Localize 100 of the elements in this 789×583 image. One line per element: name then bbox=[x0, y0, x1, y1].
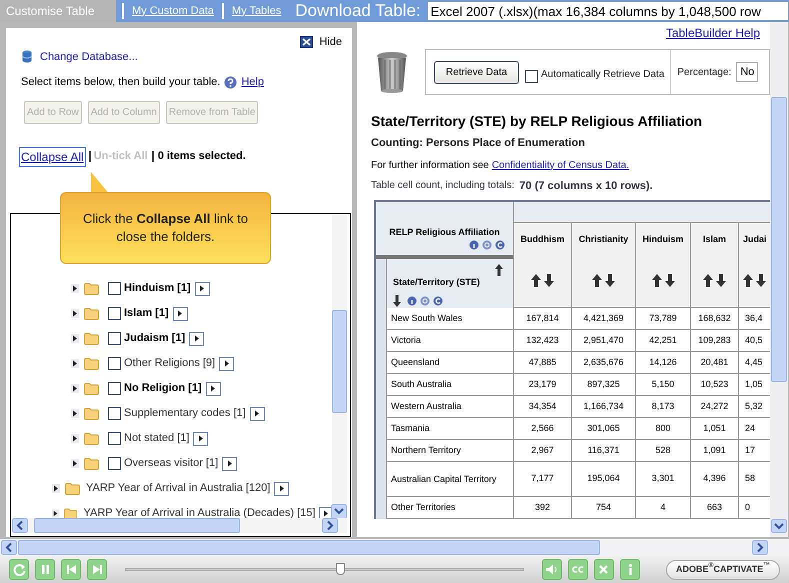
table-cell: 800 bbox=[636, 418, 691, 440]
tree-item-label[interactable]: Supplementary codes [1] bbox=[124, 405, 246, 422]
table-cell: 2,635,676 bbox=[572, 352, 636, 374]
checkbox[interactable] bbox=[108, 282, 121, 295]
expand-arrow-icon[interactable] bbox=[71, 384, 79, 393]
tree-item-label[interactable]: Islam [1] bbox=[124, 305, 169, 322]
counting-text: Counting: Persons Place of Enumeration bbox=[371, 136, 586, 151]
download-format-select[interactable]: Excel 2007 (.xlsx)(max 16,384 columns by 1,048,500 row bbox=[426, 1, 789, 21]
expand-arrow-icon[interactable] bbox=[52, 484, 60, 493]
table-cell: 528 bbox=[636, 440, 691, 462]
table-cell: 14,126 bbox=[636, 352, 691, 374]
checkbox[interactable] bbox=[108, 357, 121, 370]
checkbox[interactable] bbox=[108, 332, 121, 345]
expand-arrow-icon[interactable] bbox=[71, 334, 79, 343]
folder-icon bbox=[84, 408, 99, 420]
progress-thumb[interactable] bbox=[336, 563, 346, 575]
next-icon bbox=[90, 563, 104, 576]
checkbox[interactable] bbox=[108, 432, 121, 445]
percentage-label: Percentage: bbox=[677, 66, 732, 80]
row-variable-label: State/Territory (STE) bbox=[393, 277, 480, 287]
percentage-select[interactable]: No bbox=[736, 62, 758, 82]
database-icon bbox=[22, 50, 32, 64]
help-link[interactable]: Help bbox=[241, 74, 264, 90]
column-variable-label: RELP Religious Affiliation bbox=[389, 226, 500, 239]
expand-arrow-icon[interactable] bbox=[52, 509, 60, 518]
menu-arrow-icon bbox=[192, 334, 201, 343]
scrollbar-thumb[interactable] bbox=[332, 310, 347, 413]
confidentiality-link[interactable]: Confidentiality of Census Data. bbox=[492, 158, 630, 172]
scrollbar-thumb[interactable] bbox=[18, 540, 600, 555]
add-menu-button[interactable] bbox=[250, 406, 265, 420]
add-menu-button[interactable] bbox=[206, 382, 221, 396]
checkbox[interactable] bbox=[108, 457, 121, 470]
expand-arrow-icon[interactable] bbox=[71, 309, 79, 318]
horizontal-scrollbar[interactable] bbox=[12, 518, 347, 533]
table-cell: 754 bbox=[572, 497, 636, 519]
horizontal-scrollbar[interactable] bbox=[0, 539, 789, 556]
row-header: Australian Capital Territory bbox=[387, 462, 514, 497]
row-header: Queensland bbox=[387, 352, 514, 374]
expand-arrow-icon[interactable] bbox=[71, 284, 79, 293]
add-menu-button[interactable] bbox=[222, 456, 238, 470]
scroll-right-icon bbox=[752, 540, 768, 555]
change-database-link[interactable]: Change Database... bbox=[40, 48, 138, 65]
table-cell: 167,814 bbox=[514, 308, 572, 330]
column-header: Hinduism bbox=[642, 233, 684, 246]
tree-item-label[interactable]: Other Religions [9] bbox=[124, 355, 216, 372]
table-cell: 301,065 bbox=[572, 418, 636, 440]
scroll-down-icon bbox=[771, 519, 787, 533]
add-menu-button[interactable] bbox=[219, 356, 234, 370]
info-buttons-icon bbox=[469, 240, 505, 250]
menu-arrow-icon bbox=[196, 434, 205, 443]
tooltip-text: Click the Collapse All link to close the folders. bbox=[82, 210, 249, 246]
folder-icon bbox=[84, 458, 99, 470]
menu-arrow-icon bbox=[322, 509, 330, 518]
checkbox[interactable] bbox=[108, 382, 121, 395]
table-cell: 47,885 bbox=[514, 352, 572, 374]
tablebuilder-help-link[interactable]: TableBuilder Help bbox=[666, 24, 760, 42]
table-cell: 34,354 bbox=[514, 396, 572, 418]
table-cell: 1,091 bbox=[691, 440, 739, 462]
add-menu-button[interactable] bbox=[189, 332, 204, 346]
checkbox[interactable] bbox=[108, 307, 121, 320]
folder-icon bbox=[84, 382, 99, 394]
captivate-logo-link[interactable]: ADOBE$^{®}$CAPTIVATE$^{™}$ bbox=[666, 560, 780, 580]
folder-icon bbox=[84, 432, 99, 444]
tree-item-label[interactable]: YARP Year of Arrival in Australia [120] bbox=[86, 480, 270, 497]
folder-icon bbox=[84, 308, 99, 320]
scroll-left-icon bbox=[12, 518, 28, 533]
checkbox[interactable] bbox=[108, 407, 121, 420]
scrollbar-thumb[interactable] bbox=[771, 97, 787, 382]
expand-arrow-icon[interactable] bbox=[71, 409, 79, 418]
add-menu-button[interactable] bbox=[274, 482, 290, 496]
retrieve-data-button[interactable]: Retrieve Data bbox=[434, 60, 519, 84]
checkbox[interactable] bbox=[525, 70, 538, 82]
previous-icon bbox=[64, 563, 78, 576]
sort-arrows-icon bbox=[743, 274, 766, 286]
cell-count-label: Table cell count, including totals: bbox=[371, 178, 514, 192]
tree-item-label[interactable]: Not stated [1] bbox=[124, 430, 190, 447]
table-cell: 42,251 bbox=[636, 330, 691, 352]
vertical-scrollbar[interactable] bbox=[332, 214, 347, 519]
expand-arrow-icon[interactable] bbox=[71, 434, 79, 443]
folder-icon bbox=[84, 358, 99, 370]
add-menu-button[interactable] bbox=[194, 282, 210, 296]
add-menu-button[interactable] bbox=[193, 432, 208, 446]
tree-item-label[interactable]: No Religion [1] bbox=[124, 380, 202, 397]
table-cell: 195,064 bbox=[572, 462, 636, 497]
sort-arrows-icon bbox=[652, 274, 674, 286]
tree-item-label[interactable]: Judaism [1] bbox=[124, 330, 186, 347]
hide-button[interactable]: Hide bbox=[300, 34, 342, 50]
menu-arrow-icon bbox=[198, 284, 206, 293]
tree-item-label[interactable]: Hinduism [1] bbox=[124, 280, 191, 297]
expand-arrow-icon[interactable] bbox=[71, 459, 79, 468]
scrollbar-thumb[interactable] bbox=[34, 518, 240, 533]
collapse-all-link[interactable]: Collapse All bbox=[19, 146, 86, 166]
add-menu-button[interactable] bbox=[172, 306, 188, 320]
close-icon bbox=[300, 36, 314, 48]
vertical-scrollbar[interactable] bbox=[770, 22, 788, 537]
table-cell: 116,371 bbox=[572, 440, 636, 462]
menu-arrow-icon bbox=[209, 384, 218, 393]
expand-arrow-icon[interactable] bbox=[71, 359, 79, 368]
tree-item-label[interactable]: Overseas visitor [1] bbox=[124, 455, 218, 472]
tree-item-label[interactable]: YARP Year of Arrival in Australia (Decades) [15] bbox=[83, 505, 316, 522]
